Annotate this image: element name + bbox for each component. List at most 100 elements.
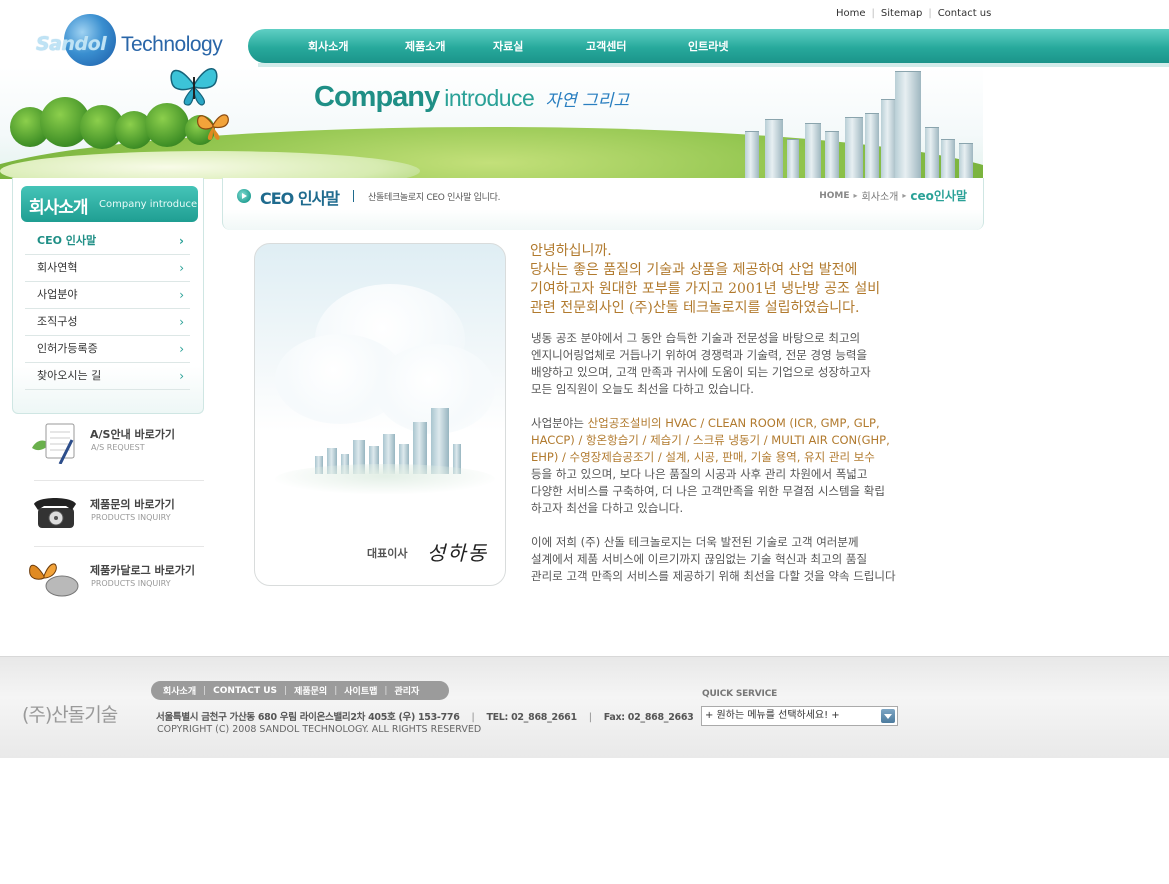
sub-nav-item-business[interactable]: 사업분야 › — [25, 282, 190, 309]
divider: | — [384, 685, 388, 696]
body-line: 배양하고 있으며, 고객 만족과 귀사에 도움이 되는 기업으로 성장하고자 — [531, 365, 871, 379]
header-banner: Company introduce 자연 그리고 — [0, 67, 983, 179]
product-inquiry-link[interactable]: 제품문의 바로가기 PRODUCTS INQUIRY — [24, 484, 204, 546]
divider — [34, 480, 204, 481]
sub-nav-header: 회사소개 Company introduce — [21, 186, 198, 222]
contact-us-link[interactable]: Contact us — [938, 8, 992, 19]
footer-link-admin[interactable]: 관리자 — [394, 684, 419, 697]
butterfly-icon — [170, 68, 218, 106]
chevron-right-icon: ▸ — [902, 191, 907, 200]
chevron-right-icon: › — [179, 315, 184, 329]
divider: | — [203, 685, 207, 696]
sub-nav-item-organization[interactable]: 조직구성 › — [25, 309, 190, 336]
body-line: 하고자 최선을 다하고 있습니다. — [531, 501, 684, 515]
body-line: 엔지니어링업체로 거듭나기 위하여 경쟁력과 기술력, 전문 경영 능력을 — [531, 348, 868, 362]
notepad-icon — [32, 423, 75, 464]
catalog-title: 제품카달로그 바로가기 — [90, 564, 196, 577]
chevron-right-icon: › — [179, 288, 184, 302]
content-title-bar: CEO 인사말 산돌테크놀로지 CEO 인사말 입니다. HOME ▸ 회사소개… — [222, 178, 984, 230]
sub-navigation: 회사소개 Company introduce CEO 인사말 › 회사연혁 › 사업… — [12, 178, 204, 414]
greeting-line: 관련 전문회사인 (주)산돌 테크놀로지를 설립하였습니다. — [530, 300, 860, 316]
catalog-sub: PRODUCTS INQUIRY — [91, 579, 171, 588]
greeting-line: 기여하고자 원대한 포부를 가지고 2001년 냉난방 공조 설비 — [530, 281, 881, 297]
page-title: CEO 인사말 — [260, 189, 340, 208]
tree-icon — [145, 103, 189, 147]
copyright: COPYRIGHT (C) 2008 SANDOL TECHNOLOGY. AL… — [157, 724, 482, 735]
chevron-right-icon: ▸ — [853, 191, 858, 200]
greeting-heading: 안녕하십니까. 당사는 좋은 품질의 기술과 상품을 제공하여 산업 발전에 기… — [530, 242, 950, 318]
global-nav-bar: 회사소개 제품소개 자료실 고객센터 인트라넷 — [248, 29, 1169, 63]
chevron-right-icon: › — [179, 342, 184, 356]
breadcrumb-section[interactable]: 회사소개 — [862, 188, 899, 203]
divider — [353, 190, 354, 202]
divider — [34, 546, 204, 547]
chevron-right-icon: › — [179, 234, 184, 248]
product-inquiry-sub: PRODUCTS INQUIRY — [91, 513, 171, 522]
as-request-title: A/S안내 바로가기 — [90, 428, 176, 441]
business-area-highlight: 산업공조설비의 HVAC / CLEAN ROOM (ICR, GMP, GLP… — [587, 416, 880, 430]
banner-title: Company introduce 자연 그리고 — [314, 81, 629, 114]
sub-nav-subtitle: Company introduce — [99, 199, 198, 210]
bullet-arrow-icon — [237, 189, 251, 203]
footer-nav: 회사소개 | CONTACT US | 제품문의 | 사이트맵 | 관리자 — [151, 681, 449, 700]
footer: (주)산돌기술 회사소개 | CONTACT US | 제품문의 | 사이트맵 … — [0, 656, 1169, 758]
gnb-item-archive[interactable]: 자료실 — [493, 38, 523, 54]
greeting-body: 냉동 공조 분야에서 그 동안 습득한 기술과 전문성을 바탕으로 최고의 엔지… — [531, 330, 961, 585]
ceo-signature: 성하동 — [427, 541, 489, 565]
banner-title-script: 자연 그리고 — [545, 91, 630, 111]
logo-brand-technology: Technology — [121, 33, 223, 56]
catalog-link[interactable]: 제품카달로그 바로가기 PRODUCTS INQUIRY — [24, 550, 204, 612]
banner-title-introduce: introduce — [444, 85, 535, 111]
business-area-highlight: EHP) / 수영장제습공조기 / 설계, 시공, 판매, 기술 용역, 유지 … — [531, 450, 875, 464]
banner-title-company: Company — [314, 81, 440, 113]
footer-link-sitemap[interactable]: 사이트맵 — [344, 684, 377, 697]
body-line: 다양한 서비스를 구축하여, 더 나은 고객만족을 위한 무결점 시스템을 확립 — [531, 484, 885, 498]
divider: | — [471, 712, 475, 723]
footer-link-contact[interactable]: CONTACT US — [213, 686, 277, 696]
butterfly-icon — [197, 114, 229, 140]
body-line: 설계에서 제품 서비스에 이르기까지 끊임없는 기술 혁신과 최고의 품질 — [531, 552, 868, 566]
footer-logo: (주)산돌기술 — [22, 704, 118, 726]
breadcrumb: HOME ▸ 회사소개 ▸ ceo인사말 — [819, 187, 967, 204]
as-request-sub: A/S REQUEST — [91, 443, 145, 452]
quick-service-label: QUICK SERVICE — [702, 689, 778, 699]
fax-text: Fax: 02_868_2663 — [603, 712, 694, 723]
footer-link-company[interactable]: 회사소개 — [163, 684, 196, 697]
utility-links: Home | Sitemap | Contact us — [836, 8, 991, 19]
butterfly-mouse-icon — [29, 563, 79, 597]
divider: | — [588, 712, 592, 723]
sitemap-link[interactable]: Sitemap — [881, 8, 922, 19]
address-text: 서울특별시 금천구 가산동 680 우림 라이온스밸리2차 405호 (우) 1… — [156, 712, 460, 723]
home-link[interactable]: Home — [836, 8, 866, 19]
greeting-line: 안녕하십니까. — [530, 243, 612, 259]
sub-nav-item-directions[interactable]: 찾아오시는 길 › — [25, 363, 190, 390]
chevron-right-icon: › — [179, 261, 184, 275]
body-line: 등을 하고 있으며, 보다 나은 품질의 시공과 사후 관리 차원에서 폭넓고 — [531, 467, 868, 481]
product-inquiry-title: 제품문의 바로가기 — [90, 498, 175, 511]
as-request-link[interactable]: A/S안내 바로가기 A/S REQUEST — [24, 414, 204, 476]
body-line: 사업분야는 산업공조설비의 HVAC / CLEAN ROOM (ICR, GM… — [531, 416, 880, 430]
divider: | — [871, 8, 875, 19]
ceo-title-label: 대표이사 — [367, 547, 408, 560]
breadcrumb-home[interactable]: HOME — [819, 191, 849, 201]
divider: | — [928, 8, 932, 19]
gnb-item-products[interactable]: 제품소개 — [405, 38, 445, 54]
footer-link-inquiry[interactable]: 제품문의 — [294, 684, 327, 697]
sub-nav-item-licenses[interactable]: 인허가등록증 › — [25, 336, 190, 363]
gnb-item-intranet[interactable]: 인트라넷 — [688, 38, 728, 54]
divider: | — [284, 685, 288, 696]
logo-brand-sandol: Sandol — [36, 33, 107, 55]
gnb-item-company[interactable]: 회사소개 — [308, 38, 348, 54]
page-description: 산돌테크놀로지 CEO 인사말 입니다. — [368, 193, 501, 203]
gnb-item-customer-center[interactable]: 고객센터 — [586, 38, 626, 54]
sub-nav-item-history[interactable]: 회사연혁 › — [25, 255, 190, 282]
chevron-down-icon[interactable] — [881, 709, 895, 723]
sub-nav-title: 회사소개 — [29, 198, 89, 218]
ceo-photo-card: 대표이사 성하동 — [254, 243, 506, 586]
chevron-right-icon: › — [179, 369, 184, 383]
body-line: 냉동 공조 분야에서 그 동안 습득한 기술과 전문성을 바탕으로 최고의 — [531, 331, 861, 345]
telephone-icon — [34, 498, 76, 528]
quick-service-select[interactable]: + 원하는 메뉴를 선택하세요! + — [701, 706, 898, 726]
breadcrumb-current: ceo인사말 — [910, 189, 967, 203]
sub-nav-item-ceo-greeting[interactable]: CEO 인사말 › — [25, 228, 190, 255]
